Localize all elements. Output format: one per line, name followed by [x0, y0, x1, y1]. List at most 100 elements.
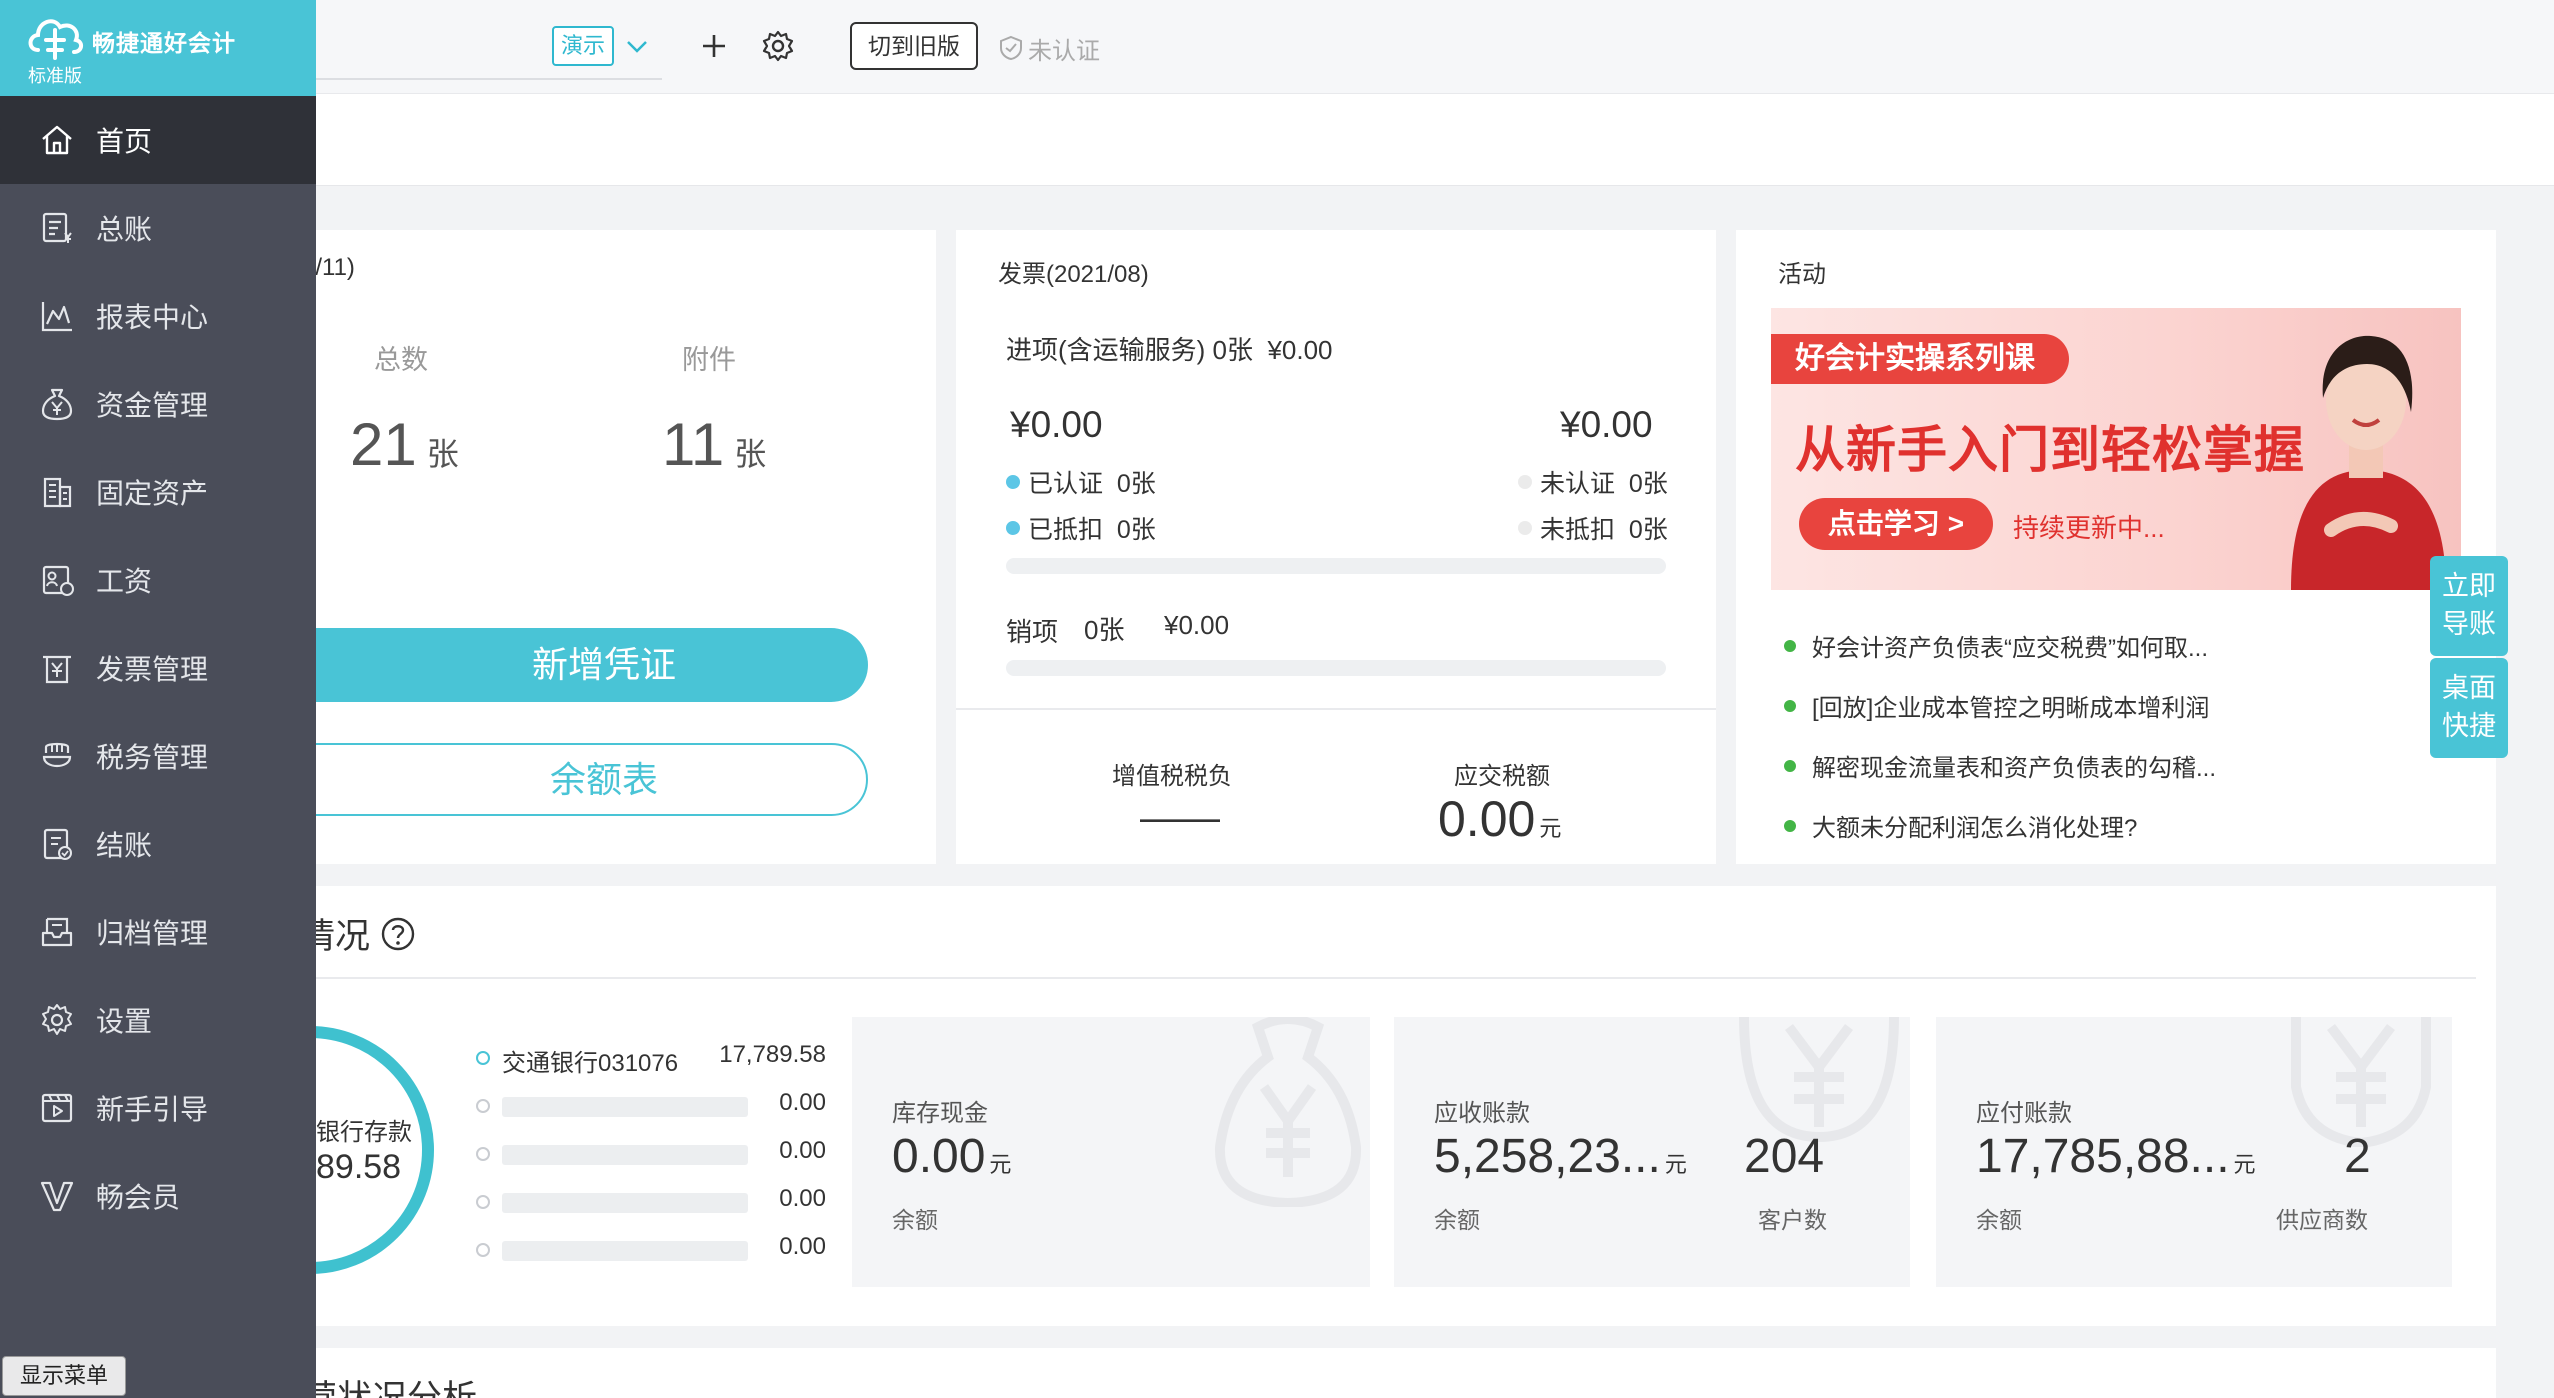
voucher-attach-label: 附件 — [682, 345, 736, 375]
activity-card-title: 活动 — [1778, 261, 1826, 288]
sidebar-item-label: 结账 — [96, 830, 153, 861]
supplier-count-label: 供应商数 — [2276, 1207, 2368, 1233]
voucher-attach-count[interactable]: 11 张 — [662, 410, 766, 479]
brand-header[interactable]: 畅捷通好会计 标准版 — [0, 0, 316, 96]
sidebar-item-invoices[interactable]: 发票管理 — [0, 624, 316, 712]
news-title: 解密现金流量表和资产负债表的勾稽... — [1812, 755, 2217, 782]
balance-sheet-button[interactable]: 余额表 — [260, 743, 868, 816]
gear-icon[interactable] — [758, 26, 798, 66]
cash-on-hand-card[interactable]: 库存现金 0.00 元 余额 — [852, 1017, 1370, 1287]
vat-burden-label: 增值税税负 — [1112, 763, 1232, 790]
news-item[interactable]: 大额未分配利润怎么消化处理? — [1784, 808, 2137, 843]
certification-status[interactable]: 未认证 — [998, 30, 1100, 66]
home-icon — [42, 125, 72, 155]
help-icon[interactable] — [380, 916, 416, 952]
money-bag-icon — [1214, 1017, 1362, 1207]
certified-count[interactable]: 已认证 0张 — [1006, 464, 1156, 500]
sidebar-item-vip[interactable]: 畅会员 — [0, 1152, 316, 1240]
input-invoice-summary[interactable]: 进项(含运输服务) 0张 ¥0.00 — [1006, 330, 1333, 367]
yen-shield-icon — [2291, 1017, 2431, 1147]
sidebar-item-ledger[interactable]: 总账 — [0, 184, 316, 272]
cash-value: 0.00 元 — [892, 1129, 1011, 1184]
sidebar-item-archive[interactable]: 归档管理 — [0, 888, 316, 976]
sidebar-item-label: 首页 — [96, 126, 153, 157]
tax-due-amount: 0.00 — [1438, 791, 1536, 847]
yen-circle-icon — [1739, 1017, 1899, 1143]
sidebar-item-label: 发票管理 — [96, 654, 209, 685]
banner-series-label: 好会计实操系列课 — [1771, 334, 2069, 384]
customer-count: 204 — [1744, 1130, 1825, 1183]
plus-icon[interactable] — [694, 26, 734, 66]
presenter-illustration — [2291, 335, 2446, 590]
deducted-label: 已抵扣 0张 — [1028, 516, 1156, 544]
payable-card[interactable]: 应付账款 17,785,88... 元 2 余额 供应商数 — [1936, 1017, 2452, 1287]
bank-account-row[interactable]: 0.00 — [476, 1085, 826, 1125]
deducted-count[interactable]: 已抵扣 0张 — [1006, 510, 1156, 546]
news-item[interactable]: 好会计资产负债表“应交税费”如何取... — [1784, 628, 2208, 663]
ledger-icon — [42, 212, 72, 243]
bank-balance: 0.00 — [779, 1137, 826, 1164]
receivable-card[interactable]: 应收账款 5,258,23... 元 204 余额 客户数 — [1394, 1017, 1910, 1287]
bank-balance: 17,789.58 — [719, 1041, 826, 1068]
bank-balance: 0.00 — [779, 1185, 826, 1212]
shield-icon — [1000, 35, 1022, 61]
news-item[interactable]: [回放]企业成本管控之明晰成本增利润 — [1784, 688, 2209, 723]
chart-icon — [41, 302, 72, 332]
news-item[interactable]: 解密现金流量表和资产负债表的勾稽... — [1784, 748, 2216, 783]
funds-section-title: 情况 — [300, 908, 416, 959]
show-menu-button[interactable]: 显示菜单 — [2, 1356, 126, 1396]
output-amount: ¥0.00 — [1164, 610, 1230, 640]
bank-account-row[interactable]: 0.00 — [476, 1133, 826, 1173]
divider — [300, 977, 2476, 979]
receivable-amount: 5,258,23... — [1434, 1130, 1661, 1183]
sidebar-item-label: 资金管理 — [96, 390, 209, 421]
bank-account-row[interactable]: 0.00 — [476, 1181, 826, 1221]
vat-burden-value: —— — [1140, 796, 1220, 840]
sidebar-item-reports[interactable]: 报表中心 — [0, 272, 316, 360]
promo-banner[interactable]: 好会计实操系列课 从新手入门到轻松掌握 点击学习 > 持续更新中... — [1771, 308, 2461, 590]
bank-name: 交通银行031076 — [502, 1050, 679, 1077]
tab-bar — [0, 94, 2554, 186]
uncertified-count[interactable]: 未认证 0张 — [1518, 464, 1668, 500]
payable-label: 应付账款 — [1976, 1100, 2072, 1127]
receivable-label: 应收账款 — [1434, 1100, 1530, 1127]
sidebar-item-fixed-assets[interactable]: 固定资产 — [0, 448, 316, 536]
tax-icon — [42, 742, 72, 768]
output-count[interactable]: 0张 — [1084, 610, 1124, 647]
bullet-dot — [1784, 699, 1796, 712]
sidebar-item-checkout[interactable]: 结账 — [0, 800, 316, 888]
certified-label: 已认证 0张 — [1028, 470, 1156, 498]
input-progress-bar — [1006, 558, 1666, 574]
ring-value: 89.58 — [316, 1148, 402, 1186]
new-voucher-button[interactable]: 新增凭证 — [260, 628, 868, 702]
invoice-icon — [43, 655, 71, 684]
sidebar-item-home[interactable]: 首页 — [0, 96, 316, 184]
input-amount-right: ¥0.00 — [1560, 404, 1653, 445]
sidebar-item-tax[interactable]: 税务管理 — [0, 712, 316, 800]
undeducted-count[interactable]: 未抵扣 0张 — [1518, 510, 1668, 546]
banner-learn-button[interactable]: 点击学习 > — [1799, 498, 1993, 550]
checkout-icon — [43, 828, 72, 860]
sidebar-item-payroll[interactable]: 工资 — [0, 536, 316, 624]
bank-account-row[interactable]: 0.00 — [476, 1229, 826, 1269]
legend-dot — [1006, 521, 1020, 535]
switch-old-version-button[interactable]: 切到旧版 — [850, 22, 978, 70]
sidebar-item-guide[interactable]: 新手引导 — [0, 1064, 316, 1152]
sidebar-item-settings[interactable]: 设置 — [0, 976, 316, 1064]
sidebar-item-label: 报表中心 — [96, 302, 209, 333]
chevron-down-icon[interactable] — [622, 32, 652, 62]
desktop-shortcut-float-button[interactable]: 桌面快捷 — [2430, 658, 2508, 758]
unit-label: 元 — [1664, 1152, 1687, 1177]
import-ledger-float-button[interactable]: 立即导账 — [2430, 556, 2508, 656]
legend-circle — [476, 1195, 490, 1209]
bank-account-row[interactable]: 交通银行031076 17,789.58 — [476, 1037, 826, 1077]
account-tag[interactable]: 演示 — [552, 26, 614, 66]
voucher-total-count[interactable]: 21 张 — [350, 410, 459, 479]
sidebar-item-funds[interactable]: 资金管理 — [0, 360, 316, 448]
legend-dot — [1518, 521, 1532, 535]
archive-icon — [41, 917, 73, 947]
legend-circle — [476, 1147, 490, 1161]
certification-label: 未认证 — [1028, 37, 1100, 65]
customer-count-label: 客户数 — [1758, 1207, 1827, 1233]
legend-circle — [476, 1099, 490, 1113]
